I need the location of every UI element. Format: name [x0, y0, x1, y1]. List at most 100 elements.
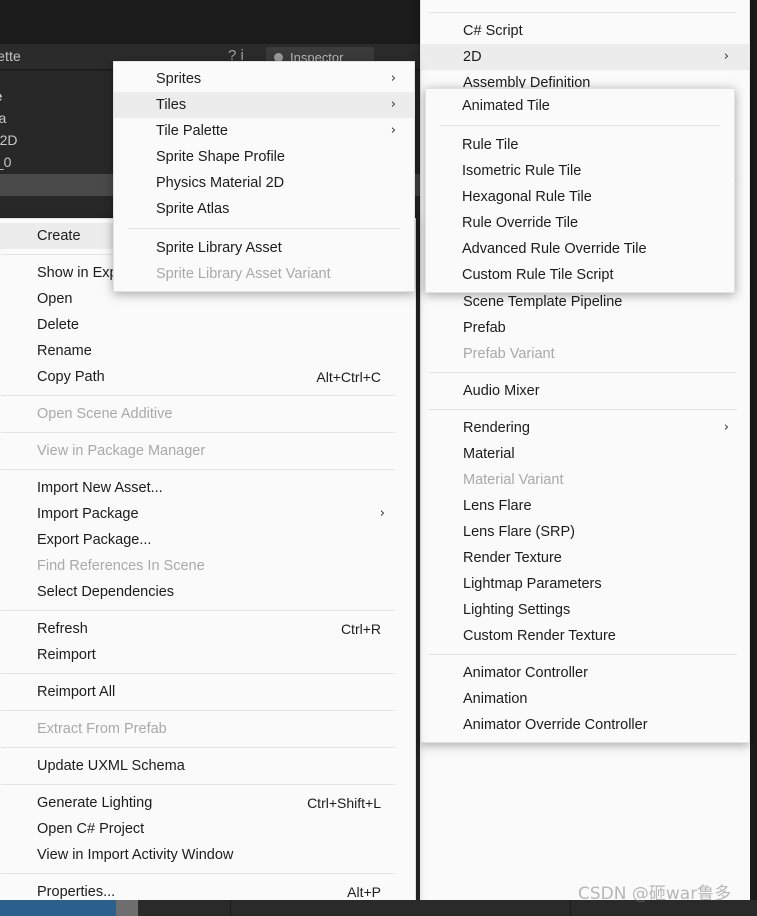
menu-separator	[429, 654, 737, 655]
project-context-menu[interactable]: Create›Show in ExplorerOpenDeleteRenameC…	[0, 218, 416, 910]
menu-item-label: View in Import Activity Window	[37, 847, 234, 863]
menu-separator	[1, 432, 395, 433]
menu-separator	[429, 372, 737, 373]
menu-item[interactable]: Material	[421, 441, 749, 467]
create-2d-tiles-submenu[interactable]: Animated Tile Rule Tile Isometric Rule Til…	[425, 88, 735, 293]
menu-item-label: Rule Override Tile	[462, 215, 579, 231]
menu-item-label: Lighting Settings	[463, 602, 571, 618]
menu-item-label: Animator Override Controller	[463, 717, 648, 733]
menu-item-label: View in Package Manager	[37, 443, 206, 459]
menu-item[interactable]: Delete	[0, 312, 415, 338]
menu-item[interactable]: Tiles ›	[114, 92, 414, 118]
menu-item[interactable]: Animation	[421, 686, 749, 712]
menu-item[interactable]: Lens Flare (SRP)	[421, 519, 749, 545]
menu-item-label: Open C# Project	[37, 821, 145, 837]
menu-item-label: Lens Flare	[463, 498, 532, 514]
menu-item: Sprite Library Asset Variant	[114, 261, 414, 287]
chevron-right-icon: ›	[390, 123, 396, 138]
menu-item[interactable]: Rule Override Tile	[426, 210, 734, 236]
menu-item-label: Physics Material 2D	[156, 175, 285, 191]
menu-item[interactable]: Physics Material 2D	[114, 170, 414, 196]
menu-item[interactable]: C# Script	[421, 18, 749, 44]
menu-item-label: Lightmap Parameters	[463, 576, 602, 592]
menu-item[interactable]: Sprite Library Asset	[114, 235, 414, 261]
menu-item[interactable]: Custom Render Texture	[421, 623, 749, 649]
menu-item-label: Sprite Shape Profile	[156, 149, 285, 165]
menu-separator	[1, 784, 395, 785]
menu-item[interactable]: Animated Tile	[426, 93, 734, 119]
menu-item[interactable]: Reimport All	[0, 679, 415, 705]
menu-item-label: Create	[37, 228, 81, 244]
menu-item[interactable]: Tile Palette ›	[114, 118, 414, 144]
menu-item-label: Update UXML Schema	[37, 758, 185, 774]
menu-item: Open Scene Additive	[0, 401, 415, 427]
menu-item-label: Export Package...	[37, 532, 152, 548]
menu-item-label: Generate Lighting	[37, 795, 153, 811]
menu-item[interactable]: Lens Flare	[421, 493, 749, 519]
menu-separator	[1, 610, 395, 611]
menu-item[interactable]: Lighting Settings	[421, 597, 749, 623]
menu-item-label: Material	[463, 446, 515, 462]
menu-item[interactable]: Rendering ›	[421, 415, 749, 441]
menu-item[interactable]: Animator Controller	[421, 660, 749, 686]
menu-item[interactable]: Folder	[421, 0, 749, 7]
menu-item[interactable]: Lightmap Parameters	[421, 571, 749, 597]
menu-item-label: Import Package	[37, 506, 139, 522]
menu-item[interactable]: Refresh Ctrl+R	[0, 616, 415, 642]
menu-item[interactable]: Rule Tile	[426, 132, 734, 158]
menu-item-label: Advanced Rule Override Tile	[462, 241, 647, 257]
menu-item[interactable]: Select Dependencies	[0, 579, 415, 605]
menu-item-label: Sprite Library Asset	[156, 240, 282, 256]
menu-item-shortcut: Alt+Ctrl+C	[316, 369, 381, 385]
status-bar	[0, 900, 757, 916]
progress-knob	[116, 900, 138, 916]
menu-item-label: Lens Flare (SRP)	[463, 524, 576, 540]
menu-item-label: Rendering	[463, 420, 530, 436]
menu-item[interactable]: 2D ›	[421, 44, 749, 70]
menu-item[interactable]: Advanced Rule Override Tile	[426, 236, 734, 262]
menu-item[interactable]: Reimport	[0, 642, 415, 668]
menu-item-label: Folder	[463, 0, 504, 2]
menu-item[interactable]: Sprite Shape Profile	[114, 144, 414, 170]
menu-item[interactable]: Generate Lighting Ctrl+Shift+L	[0, 790, 415, 816]
menu-item[interactable]: Animator Override Controller	[421, 712, 749, 738]
menu-item[interactable]: Render Texture	[421, 545, 749, 571]
menu-item-label: Audio Mixer	[463, 383, 540, 399]
menu-item[interactable]: Isometric Rule Tile	[426, 158, 734, 184]
menu-item[interactable]: Rename	[0, 338, 415, 364]
menu-item[interactable]: Import New Asset...	[0, 475, 415, 501]
chevron-right-icon: ›	[390, 97, 396, 112]
menu-item-label: Prefab Variant	[463, 346, 555, 362]
menu-item[interactable]: Open C# Project	[0, 816, 415, 842]
project-tab-label[interactable]: alette	[0, 48, 21, 64]
menu-item-label: Delete	[37, 317, 79, 333]
menu-item-label: Custom Render Texture	[463, 628, 616, 644]
menu-item[interactable]: Custom Rule Tile Script	[426, 262, 734, 288]
menu-item-label: Open Scene Additive	[37, 406, 173, 422]
menu-item-label: Find References In Scene	[37, 558, 205, 574]
menu-item[interactable]: Hexagonal Rule Tile	[426, 184, 734, 210]
menu-item[interactable]: Prefab	[421, 315, 749, 341]
menu-item[interactable]: Export Package...	[0, 527, 415, 553]
menu-item-label: Rule Tile	[462, 137, 519, 153]
menu-item[interactable]: Copy Path Alt+Ctrl+C	[0, 364, 415, 390]
menu-item-label: Rename	[37, 343, 92, 359]
menu-item[interactable]: View in Import Activity Window	[0, 842, 415, 868]
hierarchy-row-label: ne	[0, 88, 2, 104]
menu-separator	[429, 12, 737, 13]
hierarchy-row-label: era	[0, 110, 7, 126]
menu-item-label: Extract From Prefab	[37, 721, 167, 737]
menu-item[interactable]: Import Package ›	[0, 501, 415, 527]
editor-top-strip	[0, 0, 420, 44]
menu-item[interactable]: Sprites ›	[114, 66, 414, 92]
menu-item-label: Sprite Atlas	[156, 201, 230, 217]
menu-item-label: Animation	[463, 691, 528, 707]
menu-item[interactable]: Audio Mixer	[421, 378, 749, 404]
menu-item[interactable]: Sprite Atlas	[114, 196, 414, 222]
menu-separator	[1, 873, 395, 874]
menu-item-label: C# Script	[463, 23, 523, 39]
create-2d-submenu[interactable]: Sprites › Tiles › Tile Palette › Sprite Shape …	[113, 61, 415, 292]
menu-item[interactable]: Update UXML Schema	[0, 753, 415, 779]
menu-item-label: Open	[37, 291, 73, 307]
menu-item-label: Animator Controller	[463, 665, 588, 681]
